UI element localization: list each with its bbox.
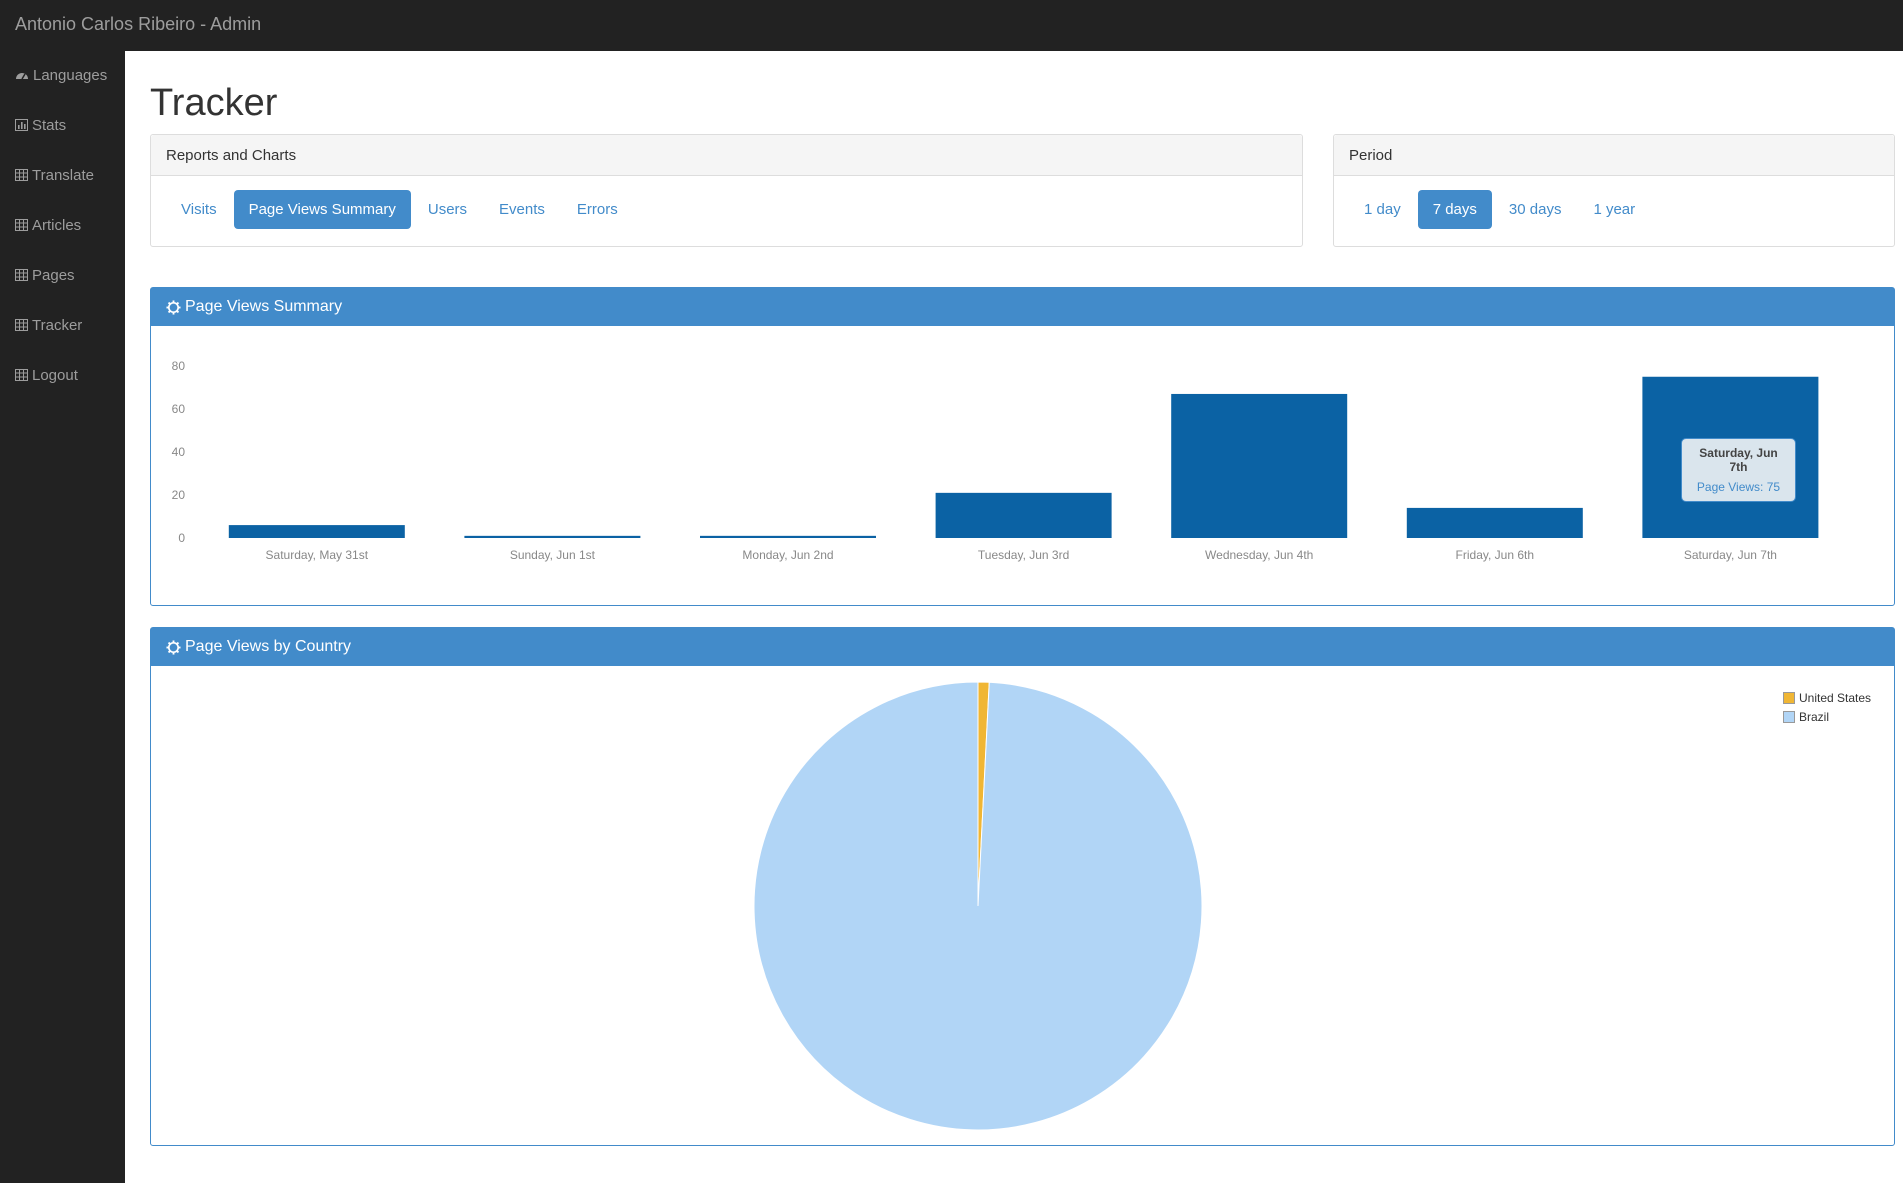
bar[interactable]: [228, 525, 405, 538]
reports-panel: Reports and Charts Visits Page Views Sum…: [150, 134, 1303, 247]
bar[interactable]: [700, 535, 876, 538]
legend-swatch: [1783, 691, 1795, 704]
sidebar-item-label: Articles: [32, 216, 82, 234]
period-30-days[interactable]: 30 days: [1494, 190, 1577, 229]
sidebar-item-languages[interactable]: Languages: [15, 64, 107, 86]
sidebar-item-logout[interactable]: Logout: [15, 364, 78, 386]
sidebar-item-label: Stats: [32, 116, 67, 134]
page-views-by-country-heading: Page Views by Country: [151, 628, 1894, 666]
x-tick-label: Monday, Jun 2nd: [742, 548, 833, 562]
page-views-summary-heading: Page Views Summary: [151, 288, 1894, 326]
x-tick-label: Sunday, Jun 1st: [510, 548, 596, 562]
pie-legend: United States Brazil: [1783, 688, 1871, 726]
period-1-year[interactable]: 1 year: [1578, 190, 1650, 229]
sidebar-item-label: Languages: [33, 66, 108, 84]
bar-chart-icon: [15, 119, 28, 131]
brand-title[interactable]: Antonio Carlos Ribeiro - Admin: [15, 14, 261, 35]
sidebar-item-label: Pages: [32, 266, 75, 284]
bar[interactable]: [464, 535, 641, 538]
sidebar-item-tracker[interactable]: Tracker: [15, 314, 82, 336]
period-options: 1 day 7 days 30 days 1 year: [1349, 190, 1650, 229]
legend-swatch: [1783, 710, 1795, 723]
table-icon: [15, 269, 28, 281]
legend-item-united-states[interactable]: United States: [1783, 688, 1871, 707]
page-title: Tracker: [150, 82, 278, 124]
x-tick-label: Wednesday, Jun 4th: [1205, 548, 1313, 562]
tooltip-title: Saturday, Jun 7th: [1699, 446, 1778, 474]
page-views-by-country-title: Page Views by Country: [185, 638, 352, 655]
period-1-day[interactable]: 1 day: [1349, 190, 1416, 229]
page-views-summary-panel: Page Views Summary 0 20 40 60 80 Saturday, Ma…: [150, 287, 1895, 606]
page-views-by-country-panel: Page Views by Country United States Braz…: [150, 627, 1895, 1146]
y-tick-label: 20: [172, 488, 186, 502]
period-panel: Period 1 day 7 days 30 days 1 year: [1333, 134, 1895, 247]
x-tick-label: Saturday, May 31st: [266, 548, 369, 562]
y-tick-label: 40: [172, 445, 186, 459]
legend-label: Brazil: [1799, 709, 1830, 724]
legend-label: United States: [1799, 690, 1872, 705]
table-icon: [15, 369, 28, 381]
table-icon: [15, 169, 28, 181]
reports-tabs: Visits Page Views Summary Users Events E…: [166, 190, 633, 229]
sidebar-item-label: Tracker: [32, 316, 83, 334]
reports-panel-heading: Reports and Charts: [151, 135, 1302, 176]
x-tick-label: Tuesday, Jun 3rd: [978, 548, 1069, 562]
cog-icon: [166, 299, 181, 315]
tab-page-views-summary[interactable]: Page Views Summary: [233, 190, 411, 229]
table-icon: [15, 319, 28, 331]
chart-tooltip: Saturday, Jun 7th Page Views: 75: [1681, 438, 1796, 502]
y-tick-label: 0: [178, 531, 185, 545]
table-icon: [15, 219, 28, 231]
top-navbar: Antonio Carlos Ribeiro - Admin: [0, 0, 1903, 51]
x-tick-label: Saturday, Jun 7th: [1684, 548, 1777, 562]
sidebar-item-label: Translate: [32, 166, 94, 184]
page-views-pie-chart: [753, 681, 1203, 1131]
y-tick-label: 80: [172, 359, 186, 373]
sidebar-item-translate[interactable]: Translate: [15, 164, 94, 186]
period-7-days[interactable]: 7 days: [1417, 190, 1492, 229]
tab-users[interactable]: Users: [413, 190, 482, 229]
period-panel-heading: Period: [1334, 135, 1894, 176]
sidebar-item-articles[interactable]: Articles: [15, 214, 81, 236]
page-views-summary-title: Page Views Summary: [185, 298, 343, 315]
bar[interactable]: [935, 492, 1112, 538]
pie-slice[interactable]: [753, 681, 1203, 1131]
legend-item-brazil[interactable]: Brazil: [1783, 707, 1871, 726]
sidebar-item-stats[interactable]: Stats: [15, 114, 66, 136]
dashboard-icon: [16, 73, 28, 80]
tab-events[interactable]: Events: [484, 190, 560, 229]
sidebar-item-label: Logout: [32, 366, 78, 384]
tab-visits[interactable]: Visits: [166, 190, 232, 229]
y-tick-label: 60: [172, 402, 186, 416]
sidebar-item-pages[interactable]: Pages: [15, 264, 75, 286]
sidebar: Languages Stats Translate Articles Pages…: [0, 51, 125, 1183]
tab-errors[interactable]: Errors: [562, 190, 633, 229]
x-tick-label: Friday, Jun 6th: [1456, 548, 1534, 562]
tooltip-body: Page Views: 75: [1696, 480, 1781, 494]
page-views-bar-chart: 0 20 40 60 80 Saturday, May 31st Sunday, Jun 1…: [172, 359, 1819, 562]
bar[interactable]: [1171, 393, 1348, 538]
bar[interactable]: [1406, 507, 1583, 538]
cog-icon: [166, 639, 181, 655]
